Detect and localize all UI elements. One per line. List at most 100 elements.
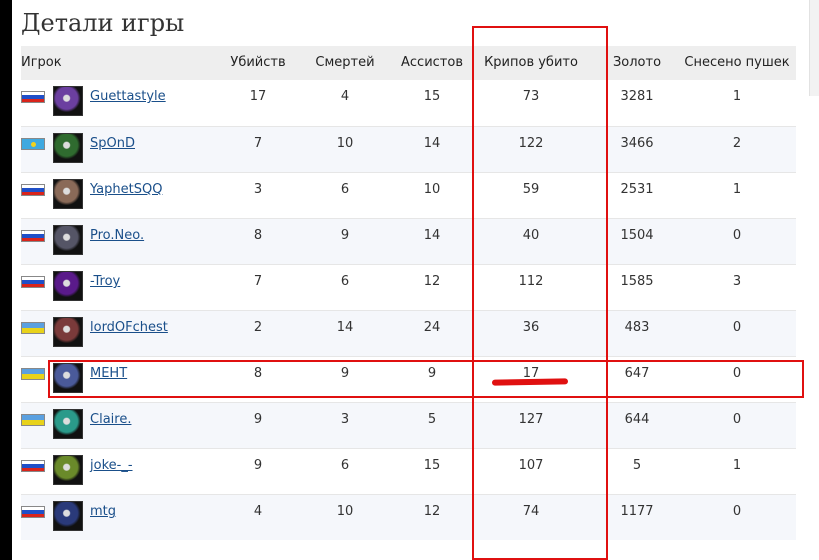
hero-avatar-icon bbox=[53, 317, 83, 347]
country-flag-icon bbox=[21, 138, 45, 150]
cell-gold: 483 bbox=[624, 320, 650, 335]
player-name-link[interactable]: Claire. bbox=[90, 403, 131, 437]
cell-creeps: 74 bbox=[522, 504, 540, 519]
cell-kills: 17 bbox=[249, 89, 267, 104]
cell-kills: 7 bbox=[253, 274, 263, 289]
cell-creeps: 17 bbox=[522, 366, 540, 381]
table-row: YaphetSQQ 3 6 10 59 2531 1 bbox=[21, 172, 796, 218]
cell-deaths: 6 bbox=[340, 458, 350, 473]
country-flag-icon bbox=[21, 184, 45, 196]
cell-towers: 0 bbox=[732, 320, 742, 335]
table-row: Claire. 9 3 5 127 644 0 bbox=[21, 402, 796, 448]
cell-towers: 0 bbox=[732, 412, 742, 427]
cell-kills: 9 bbox=[253, 412, 263, 427]
cell-creeps: 36 bbox=[522, 320, 540, 335]
cell-assists: 14 bbox=[423, 228, 441, 243]
cell-assists: 24 bbox=[423, 320, 441, 335]
player-name-link[interactable]: SpOnD bbox=[90, 127, 135, 161]
country-flag-icon bbox=[21, 276, 45, 288]
hero-avatar-icon bbox=[53, 271, 83, 301]
cell-deaths: 6 bbox=[340, 274, 350, 289]
page-title: Детали игры bbox=[21, 9, 185, 37]
cell-assists: 12 bbox=[423, 504, 441, 519]
cell-kills: 2 bbox=[253, 320, 263, 335]
hero-avatar-icon bbox=[53, 133, 83, 163]
cell-creeps: 40 bbox=[522, 228, 540, 243]
header-assists: Ассистов bbox=[401, 55, 463, 70]
cell-kills: 7 bbox=[253, 136, 263, 151]
cell-towers: 1 bbox=[732, 182, 742, 197]
cell-gold: 1585 bbox=[620, 274, 654, 289]
cell-deaths: 6 bbox=[340, 182, 350, 197]
country-flag-icon bbox=[21, 506, 45, 518]
cell-creeps: 127 bbox=[518, 412, 544, 427]
cell-assists: 15 bbox=[423, 89, 441, 104]
cell-gold: 3281 bbox=[620, 89, 654, 104]
left-edge bbox=[0, 0, 12, 560]
table-row: МЕНТ 8 9 9 17 647 0 bbox=[21, 356, 796, 402]
table-row: Guettastyle 17 4 15 73 3281 1 bbox=[21, 80, 796, 126]
player-name-link[interactable]: mtg bbox=[90, 495, 116, 529]
cell-deaths: 10 bbox=[336, 504, 354, 519]
cell-towers: 0 bbox=[732, 504, 742, 519]
hero-avatar-icon bbox=[53, 363, 83, 393]
table-row: Pro.Neo. 8 9 14 40 1504 0 bbox=[21, 218, 796, 264]
cell-creeps: 112 bbox=[518, 274, 544, 289]
cell-towers: 2 bbox=[732, 136, 742, 151]
cell-kills: 3 bbox=[253, 182, 263, 197]
cell-towers: 0 bbox=[732, 228, 742, 243]
player-name-link[interactable]: -Troy bbox=[90, 265, 120, 299]
hero-avatar-icon bbox=[53, 409, 83, 439]
hero-avatar-icon bbox=[53, 225, 83, 255]
table-row: mtg 4 10 12 74 1177 0 bbox=[21, 494, 796, 540]
hero-avatar-icon bbox=[53, 179, 83, 209]
cell-towers: 3 bbox=[732, 274, 742, 289]
country-flag-icon bbox=[21, 414, 45, 426]
game-details-table: Игрок Убийств Смертей Ассистов Крипов уб… bbox=[21, 46, 796, 540]
cell-assists: 10 bbox=[423, 182, 441, 197]
header-towers: Снесено пушек bbox=[684, 55, 790, 70]
cell-kills: 9 bbox=[253, 458, 263, 473]
country-flag-icon bbox=[21, 322, 45, 334]
country-flag-icon bbox=[21, 460, 45, 472]
player-name-link[interactable]: lordOFchest bbox=[90, 311, 168, 345]
player-name-link[interactable]: Pro.Neo. bbox=[90, 219, 144, 253]
header-deaths: Смертей bbox=[315, 55, 375, 70]
cell-gold: 3466 bbox=[620, 136, 654, 151]
cell-gold: 644 bbox=[624, 412, 650, 427]
header-kills: Убийств bbox=[230, 55, 286, 70]
cell-assists: 5 bbox=[427, 412, 437, 427]
hero-avatar-icon bbox=[53, 455, 83, 485]
table-row: -Troy 7 6 12 112 1585 3 bbox=[21, 264, 796, 310]
cell-deaths: 4 bbox=[340, 89, 350, 104]
cell-assists: 9 bbox=[427, 366, 437, 381]
cell-kills: 8 bbox=[253, 366, 263, 381]
player-name-link[interactable]: МЕНТ bbox=[90, 357, 127, 391]
country-flag-icon bbox=[21, 368, 45, 380]
cell-towers: 0 bbox=[732, 366, 742, 381]
cell-gold: 5 bbox=[632, 458, 642, 473]
table-row: joke-_- 9 6 15 107 5 1 bbox=[21, 448, 796, 494]
header-player: Игрок bbox=[21, 55, 62, 70]
cell-assists: 12 bbox=[423, 274, 441, 289]
side-panel-edge bbox=[809, 0, 819, 96]
cell-creeps: 59 bbox=[522, 182, 540, 197]
cell-creeps: 73 bbox=[522, 89, 540, 104]
hero-avatar-icon bbox=[53, 86, 83, 116]
cell-creeps: 107 bbox=[518, 458, 544, 473]
player-name-link[interactable]: Guettastyle bbox=[90, 80, 166, 114]
table-header: Игрок Убийств Смертей Ассистов Крипов уб… bbox=[21, 46, 796, 80]
header-creeps: Крипов убито bbox=[484, 55, 578, 70]
cell-creeps: 122 bbox=[518, 136, 544, 151]
table-row: SpOnD 7 10 14 122 3466 2 bbox=[21, 126, 796, 172]
cell-gold: 2531 bbox=[620, 182, 654, 197]
cell-assists: 15 bbox=[423, 458, 441, 473]
cell-deaths: 9 bbox=[340, 366, 350, 381]
cell-deaths: 10 bbox=[336, 136, 354, 151]
cell-gold: 647 bbox=[624, 366, 650, 381]
country-flag-icon bbox=[21, 230, 45, 242]
hero-avatar-icon bbox=[53, 501, 83, 531]
player-name-link[interactable]: joke-_- bbox=[90, 449, 133, 483]
player-name-link[interactable]: YaphetSQQ bbox=[90, 173, 162, 207]
cell-kills: 4 bbox=[253, 504, 263, 519]
